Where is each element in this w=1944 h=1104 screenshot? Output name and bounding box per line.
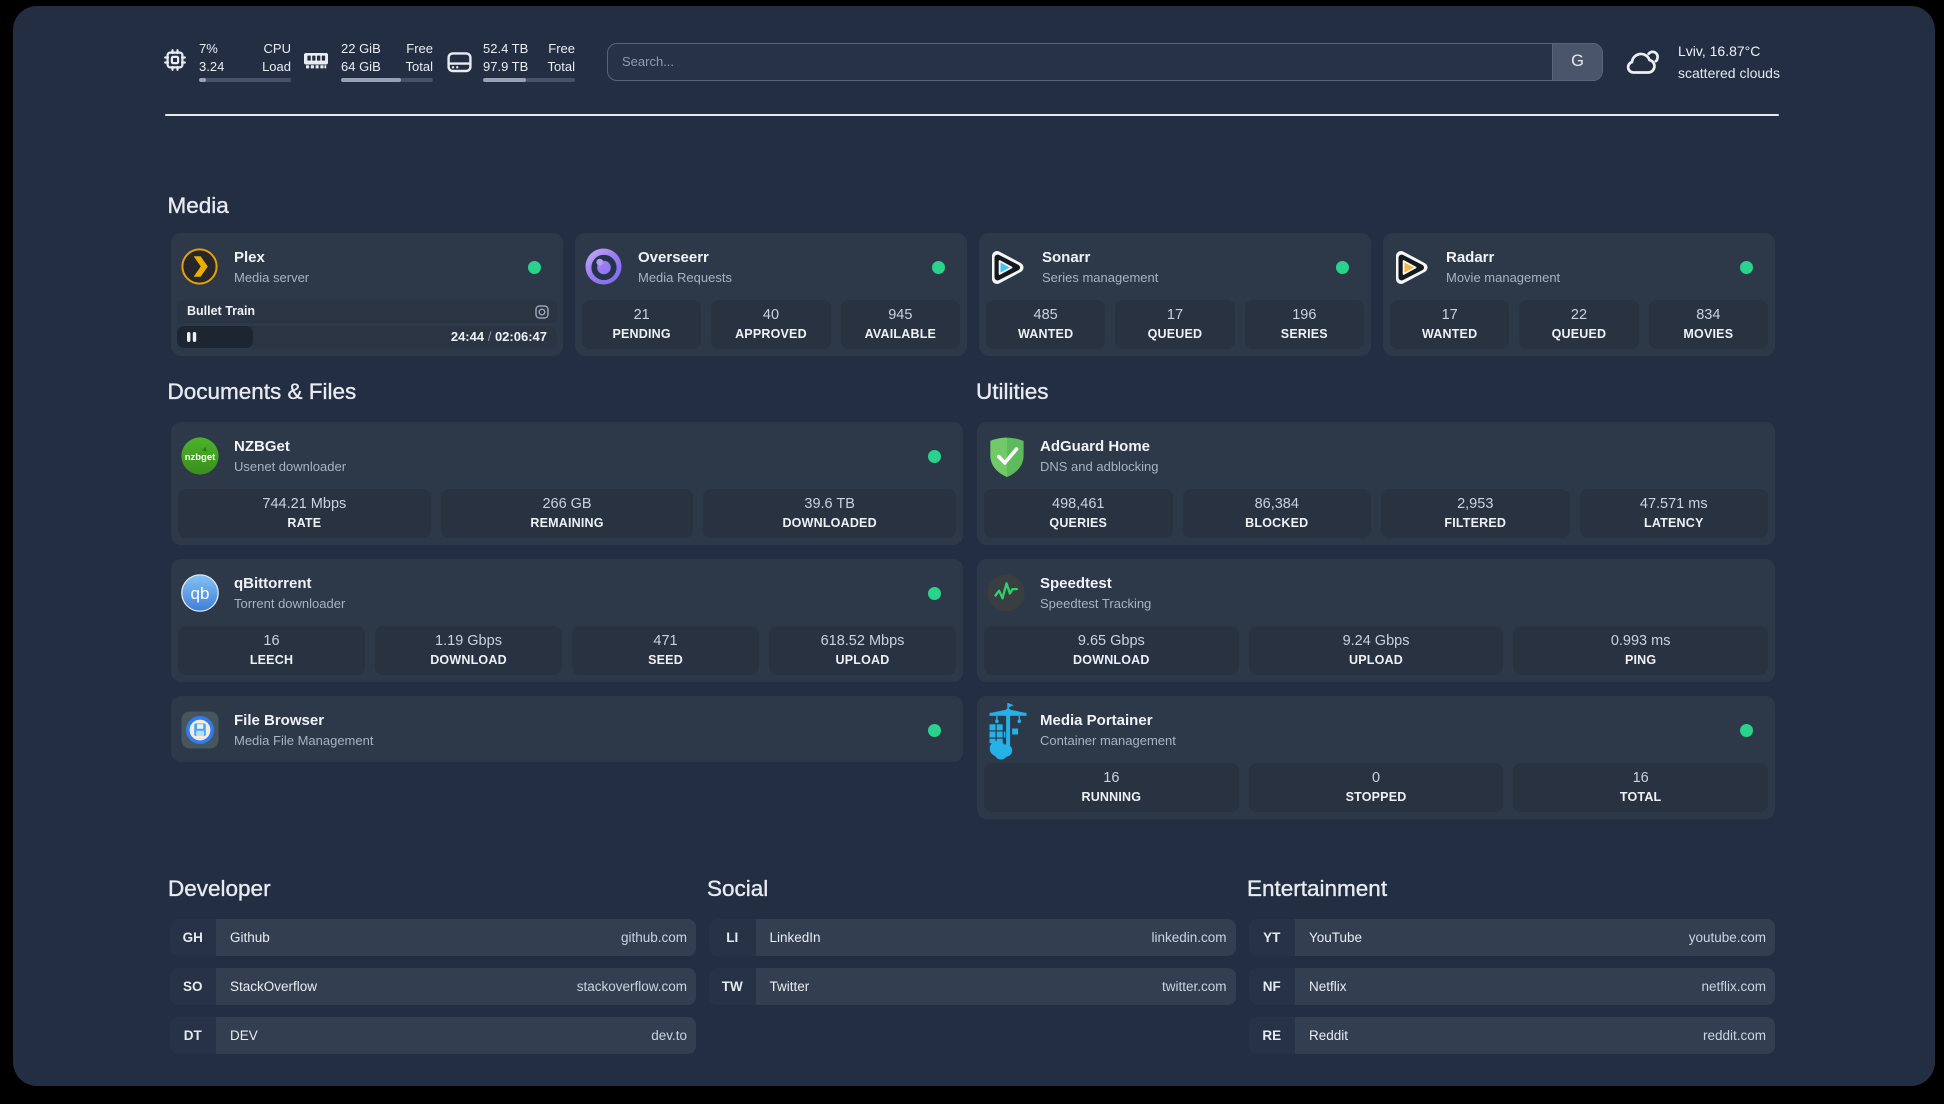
svg-text:qb: qb xyxy=(191,584,210,603)
svg-text:nzbget: nzbget xyxy=(185,452,216,463)
